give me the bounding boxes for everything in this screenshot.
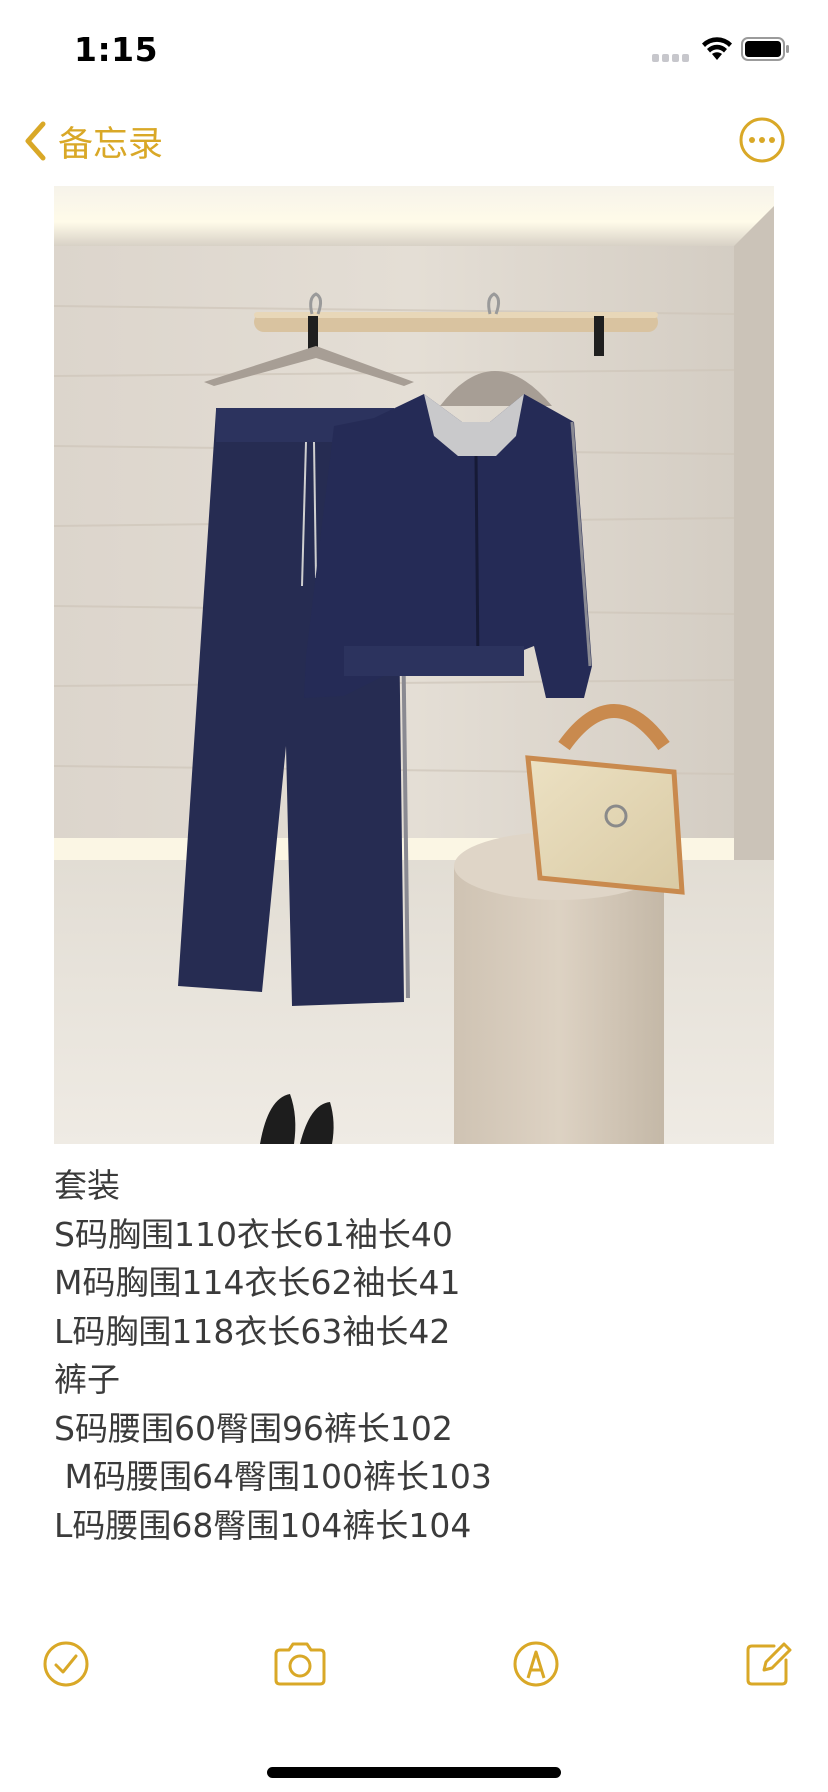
chevron-left-icon [25, 121, 46, 161]
cellular-signal-icon [652, 52, 692, 62]
note-body[interactable]: 套装 S码胸围110衣长61袖长40 M码胸围114衣长62袖长41 L码胸围1… [54, 1162, 774, 1550]
camera-icon[interactable] [272, 1640, 328, 1688]
pen-circle-icon[interactable] [512, 1640, 560, 1688]
note-line: M码腰围64臀围100裤长103 [54, 1457, 492, 1496]
note-line: L码腰围68臀围104裤长104 [54, 1505, 472, 1545]
bottom-toolbar [0, 1640, 828, 1720]
note-line: 套装 [54, 1166, 120, 1205]
home-indicator[interactable] [267, 1767, 561, 1778]
nav-bar: 备忘录 [0, 100, 828, 184]
compose-icon[interactable] [744, 1640, 792, 1688]
ellipsis-circle-icon[interactable] [738, 116, 786, 164]
wifi-icon [702, 37, 732, 60]
note-line: L码胸围118衣长63袖长42 [54, 1311, 451, 1351]
checkmark-circle-icon[interactable] [42, 1640, 90, 1688]
note-line: M码胸围114衣长62袖长41 [54, 1263, 461, 1302]
note-line: 裤子 [54, 1360, 120, 1399]
status-bar: 1:15 [0, 0, 828, 100]
back-button[interactable]: 备忘录 [22, 116, 163, 166]
note-line: S码胸围110衣长61袖长40 [54, 1214, 453, 1254]
note-photo-attachment[interactable] [54, 186, 774, 1144]
battery-icon [741, 37, 789, 61]
status-time: 1:15 [74, 30, 159, 69]
note-line: S码腰围60臀围96裤长102 [54, 1408, 453, 1448]
back-label: 备忘录 [58, 124, 164, 165]
